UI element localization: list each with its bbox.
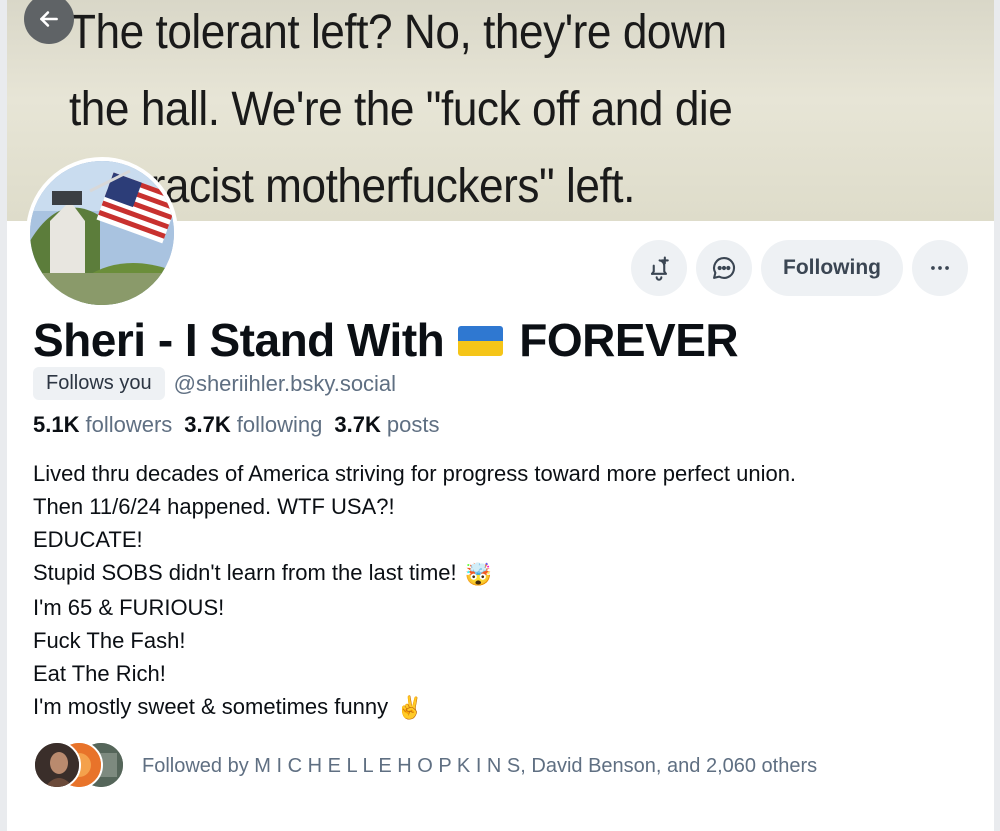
bio-line: Lived thru decades of America striving f… [33, 461, 797, 486]
followers-label: followers [85, 412, 173, 437]
arrow-left-icon [40, 11, 58, 27]
profile-bio: Lived thru decades of America striving f… [33, 457, 973, 724]
right-edge [994, 0, 1000, 831]
following-stat[interactable]: 3.7K following [184, 412, 322, 438]
bio-line: Fuck The Fash! [33, 627, 186, 653]
posts-stat: 3.7K posts [334, 412, 439, 438]
avatar-image [30, 161, 174, 305]
following-button[interactable]: Following [761, 240, 903, 296]
avatar[interactable] [26, 157, 178, 309]
known-followers-avatars [33, 741, 128, 791]
chat-bubble-icon [713, 257, 736, 279]
victory-hand-emoji: ✌️ [396, 695, 424, 721]
bio-line: Then 11/6/24 happened. WTF USA?! [33, 494, 395, 519]
bio-line-4: Stupid SOBS didn't learn from the last t… [33, 556, 973, 591]
followers-stat[interactable]: 5.1K followers [33, 412, 172, 438]
profile-stats: 5.1K followers 3.7K following 3.7K posts [33, 412, 439, 438]
bio-line-8: I'm mostly sweet & sometimes funny ✌️ [33, 690, 973, 725]
ellipsis-icon [931, 266, 949, 270]
bio-line: Eat The Rich! [33, 660, 166, 686]
subscribe-button[interactable] [631, 240, 688, 296]
following-label: following [236, 412, 323, 437]
bio-line: EDUCATE! [33, 527, 143, 552]
message-button[interactable] [696, 240, 753, 296]
left-edge [0, 0, 7, 831]
posts-label: posts [386, 412, 440, 437]
profile-page: The tolerant left? No, they're down the … [0, 0, 1000, 831]
follows-you-badge: Follows you [33, 367, 165, 400]
posts-count: 3.7K [334, 412, 381, 437]
display-name: Sheri - I Stand With FOREVER [33, 313, 739, 367]
more-options-button[interactable] [912, 240, 968, 296]
followed-by-text: Followed by M I C H E L L E H O P K I N … [142, 754, 818, 777]
exploding-head-emoji: 🤯 [464, 561, 493, 587]
bio-line: I'm 65 & FURIOUS! [33, 594, 225, 620]
handle-row: Follows you @sheriihler.bsky.social [33, 367, 396, 400]
bio-line-text: Stupid SOBS didn't learn from the last t… [33, 560, 457, 585]
profile-actions: Following [631, 240, 968, 296]
bell-plus-icon [650, 256, 669, 281]
banner-text: The tolerant left? No, they're down the … [69, 6, 733, 213]
bio-line-text: I'm mostly sweet & sometimes funny [33, 693, 389, 719]
follower-avatar [33, 741, 81, 789]
following-count: 3.7K [184, 412, 231, 437]
handle[interactable]: @sheriihler.bsky.social [174, 371, 396, 397]
display-name-part2: FOREVER [519, 314, 739, 366]
followers-count: 5.1K [33, 412, 80, 437]
display-name-part1: Sheri - I Stand With [33, 314, 445, 366]
followed-by-row[interactable]: Followed by M I C H E L L E H O P K I N … [33, 741, 817, 791]
ukraine-flag-icon [458, 326, 504, 356]
